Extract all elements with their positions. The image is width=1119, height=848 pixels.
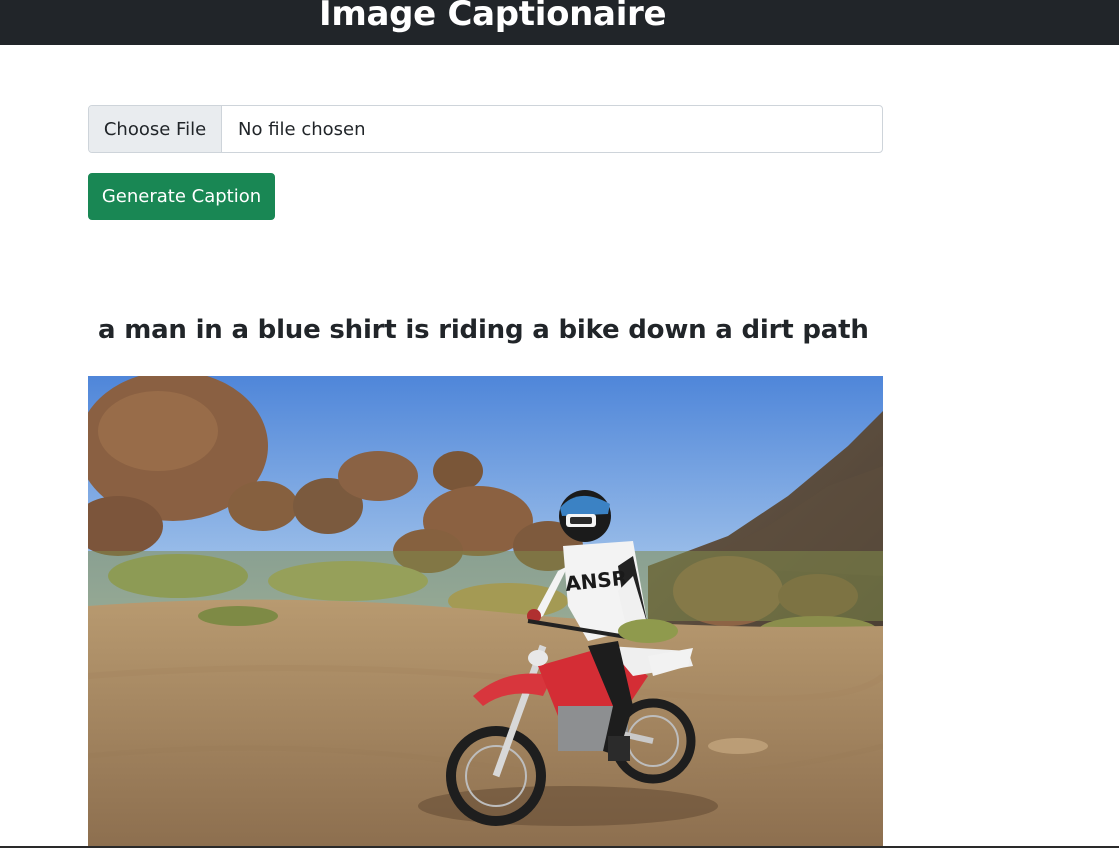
file-input[interactable]: Choose File No file chosen	[88, 105, 883, 153]
uploaded-image-graphic: ANSR	[88, 376, 883, 846]
file-status-text: No file chosen	[238, 118, 366, 140]
generated-caption: a man in a blue shirt is riding a bike d…	[98, 315, 869, 345]
navbar: Image Captionaire	[0, 0, 1119, 45]
uploaded-image: ANSR	[88, 376, 883, 846]
generate-caption-button[interactable]: Generate Caption	[88, 173, 275, 220]
choose-file-button[interactable]: Choose File	[89, 106, 222, 152]
app-title: Image Captionaire	[319, 0, 667, 34]
